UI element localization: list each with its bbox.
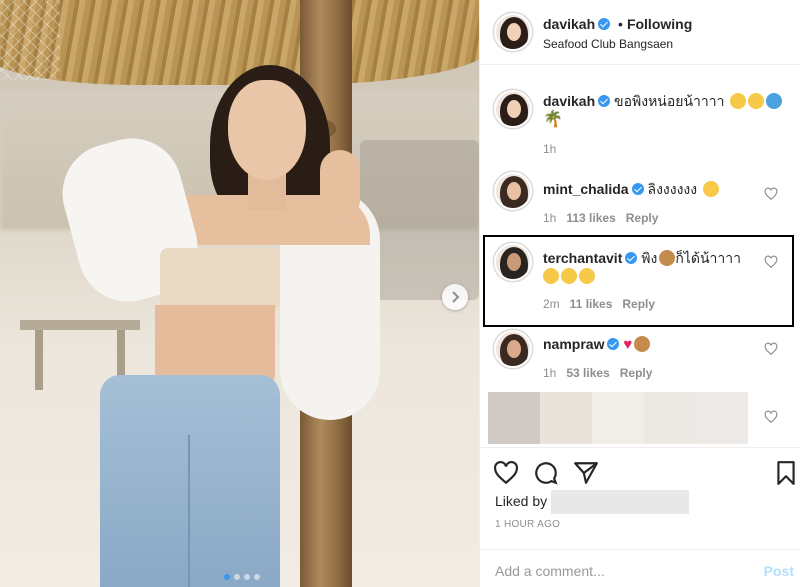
bandeau-top: [160, 248, 280, 310]
comment-text: mint_chalida ลิงงงงงง: [543, 180, 719, 198]
carousel-dot: [244, 574, 250, 580]
comment-time[interactable]: 1h: [543, 366, 556, 380]
highlight-box: [483, 235, 794, 327]
comment-username[interactable]: nampraw: [543, 336, 604, 352]
thatched-umbrella: [0, 0, 479, 85]
carousel-dot: [234, 574, 240, 580]
yum-emoji-icon: [748, 93, 765, 109]
reply-button[interactable]: Reply: [626, 211, 659, 225]
blur-block: [592, 392, 644, 444]
add-comment-bar: Add a comment... Post: [479, 549, 800, 587]
blur-block: [696, 392, 748, 444]
post-username[interactable]: davikah: [543, 16, 595, 32]
next-photo-button[interactable]: [442, 284, 468, 310]
verified-icon: [598, 18, 611, 30]
carousel-indicator: [224, 574, 260, 580]
carousel-dot: [254, 574, 260, 580]
separator-dot: •: [618, 16, 623, 32]
person-arm: [320, 150, 360, 220]
carousel-dot-active: [224, 574, 230, 580]
comment-text: nampraw ♥: [543, 335, 651, 354]
smile-emoji-icon: [730, 93, 747, 109]
like-heart-icon[interactable]: [493, 460, 519, 486]
liked-by-label: Liked by: [495, 493, 548, 509]
following-button[interactable]: Following: [627, 16, 692, 32]
comment-meta: 1h: [543, 142, 556, 156]
comment-meta: 1h 53 likes Reply: [543, 366, 652, 380]
palm-tree-icon: 🌴: [543, 111, 563, 128]
heart-eyes-emoji-icon: [702, 181, 719, 197]
caption-text: davikah ขอพิงหน่อยน้าาาา 🌴: [543, 92, 783, 129]
post-location[interactable]: Seafood Club Bangsaen: [543, 37, 673, 51]
comment-body: ลิงงงงงง: [647, 181, 698, 197]
avatar[interactable]: [494, 172, 532, 210]
heart-icon[interactable]: [764, 187, 778, 201]
comment-time[interactable]: 1h: [543, 211, 556, 225]
fishing-net: [0, 0, 60, 80]
bookmark-icon[interactable]: [773, 460, 799, 486]
post-timestamp[interactable]: 1 HOUR AGO: [495, 519, 560, 530]
comment-username[interactable]: mint_chalida: [543, 181, 629, 197]
person-face: [228, 80, 306, 180]
comment-body: ขอพิงหน่อยน้าาาา: [614, 93, 725, 109]
person-midriff: [155, 305, 275, 385]
liked-by-blurred-names[interactable]: [551, 490, 689, 514]
action-bar: Liked by 1 HOUR AGO Add a comment... Pos…: [479, 447, 800, 587]
reply-button[interactable]: Reply: [620, 366, 653, 380]
verified-icon: [598, 95, 611, 107]
wave-emoji-icon: [766, 93, 783, 109]
avatar-face: [507, 340, 521, 358]
heart-icon[interactable]: [764, 410, 778, 424]
heart-icon[interactable]: [764, 342, 778, 356]
comment-likes[interactable]: 53 likes: [566, 366, 609, 380]
avatar[interactable]: [494, 90, 532, 128]
blur-block: [540, 392, 592, 444]
post-comment-button[interactable]: Post: [764, 563, 794, 579]
comment-bubble-icon[interactable]: [533, 460, 559, 486]
avatar[interactable]: [494, 13, 532, 51]
avatar-face: [507, 182, 521, 200]
avatar-face: [507, 23, 521, 41]
see-no-evil-emoji-icon: [634, 336, 651, 352]
avatar[interactable]: [494, 330, 532, 368]
jeans: [100, 375, 280, 587]
comment-likes[interactable]: 113 likes: [566, 211, 615, 225]
comment-meta: 1h 113 likes Reply: [543, 211, 658, 225]
avatar-face: [507, 100, 521, 118]
red-heart-emoji-icon: ♥: [623, 336, 633, 353]
verified-icon: [607, 338, 620, 350]
chevron-right-icon: [452, 291, 460, 303]
add-comment-input[interactable]: Add a comment...: [495, 563, 605, 579]
verified-icon: [631, 183, 644, 195]
header-user: davikah • Following: [543, 16, 692, 32]
post-photo[interactable]: [0, 0, 479, 587]
post-header: davikah • Following Seafood Club Bangsaen: [480, 0, 800, 65]
blur-block: [644, 392, 696, 444]
blurred-comment: [488, 392, 748, 444]
share-plane-icon[interactable]: [573, 460, 599, 486]
comment-username[interactable]: davikah: [543, 93, 595, 109]
blur-block: [488, 392, 540, 444]
comment-time[interactable]: 1h: [543, 142, 556, 156]
